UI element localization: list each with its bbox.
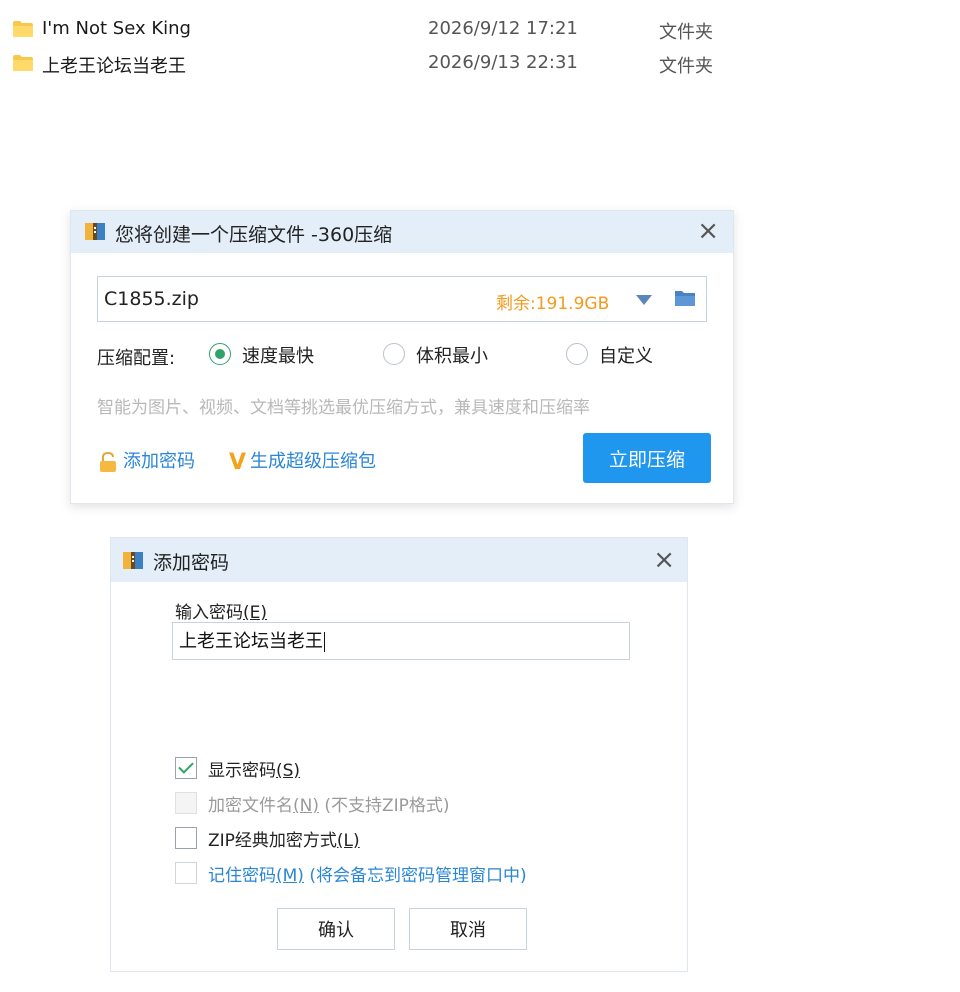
checkbox-box [175,792,197,814]
dialog-title: 添加密码 [153,552,230,574]
radio-button[interactable] [209,343,231,365]
file-date: 2026/9/12 17:21 [428,18,578,39]
chevron-down-icon[interactable] [636,295,652,305]
archive-app-icon [123,552,143,569]
checkbox-box[interactable] [175,757,197,779]
folder-icon [13,55,33,71]
archive-path-field[interactable]: C1855.zip 剩余:191.9GB [97,276,707,322]
confirm-button[interactable]: 确认 [277,908,395,950]
browse-folder-icon[interactable] [674,289,696,307]
super-package-label: 生成超级压缩包 [250,451,377,472]
add-password-link[interactable]: 添加密码 [97,447,195,473]
password-input-label: 输入密码(E) [175,603,268,623]
close-icon[interactable]: × [653,546,675,574]
file-type: 文件夹 [659,56,713,77]
checkbox-box[interactable] [175,862,197,884]
checkbox-label: 记住密码(M) (将会备忘到密码管理窗口中) [208,866,527,886]
compress-hint: 智能为图片、视频、文档等挑选最优压缩方式，兼具速度和压缩率 [97,398,590,418]
radio-label: 体积最小 [416,346,488,367]
file-row[interactable]: I'm Not Sex King 2026/9/12 17:21 文件夹 [12,16,732,44]
dialog-title-bar[interactable]: 您将创建一个压缩文件 -360压缩 × [71,211,733,253]
compress-now-button[interactable]: 立即压缩 [583,433,711,483]
password-input[interactable]: 上老王论坛当老王 [172,622,630,660]
checkbox-label: ZIP经典加密方式(L) [208,831,360,851]
vip-v-icon: V [229,449,247,475]
file-name: 上老王论坛当老王 [42,56,186,77]
file-name: I'm Not Sex King [42,18,191,39]
super-package-link[interactable]: V 生成超级压缩包 [229,447,376,475]
text-caret [324,632,325,652]
free-space-label: 剩余:191.9GB [496,294,610,314]
compress-dialog: 您将创建一个压缩文件 -360压缩 × C1855.zip 剩余:191.9GB… [70,210,734,504]
radio-label: 自定义 [599,346,653,367]
lock-icon [100,451,116,472]
cancel-button[interactable]: 取消 [409,908,527,950]
dialog-title: 您将创建一个压缩文件 -360压缩 [115,224,393,246]
close-icon[interactable]: × [697,217,719,245]
dialog-title-bar[interactable]: 添加密码 × [111,538,687,582]
file-row[interactable]: 上老王论坛当老王 2026/9/13 22:31 文件夹 [12,50,732,78]
checkbox-box[interactable] [175,827,197,849]
file-date: 2026/9/13 22:31 [428,52,578,73]
add-password-dialog: 添加密码 × 输入密码(E) 上老王论坛当老王 显示密码(S) 加密文件名(N)… [110,537,688,972]
checkbox-label: 加密文件名(N) (不支持ZIP格式) [208,796,450,816]
folder-icon [13,21,33,37]
add-password-label: 添加密码 [123,451,195,472]
radio-button[interactable] [566,343,588,365]
checkbox-label: 显示密码(S) [208,761,301,781]
archive-app-icon [85,223,105,240]
compress-config-label: 压缩配置: [97,348,176,369]
radio-button[interactable] [383,343,405,365]
radio-label: 速度最快 [242,346,314,367]
archive-filename[interactable]: C1855.zip [104,288,199,310]
file-type: 文件夹 [659,22,713,43]
